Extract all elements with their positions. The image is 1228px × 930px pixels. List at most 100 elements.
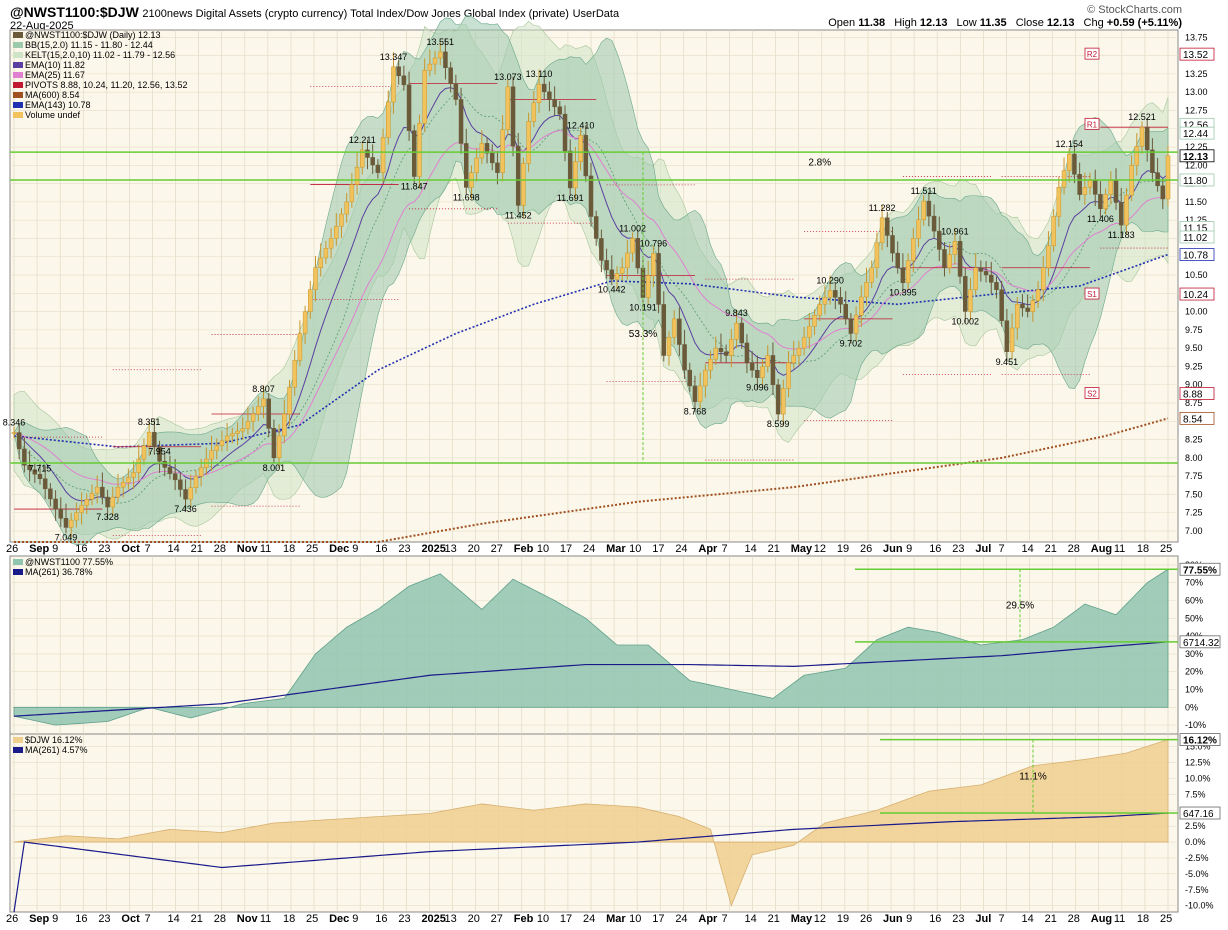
x-tick-label: Feb [513,543,534,555]
candle-body [94,486,100,494]
legend-text: EMA(25) 11.67 [25,70,85,80]
candle-body [723,351,729,356]
candle-body [422,69,427,124]
candle-body [671,318,677,338]
y-tick-main: 7.75 [1185,471,1203,481]
legend-main: @NWST1100:$DJW (Daily) 12.13 BB(15,2.0) 1… [13,30,187,120]
candle-body [916,219,921,239]
price-label: 8.807 [252,384,275,394]
candle-body [136,458,142,473]
legend-entry: MA(600) 8.54 [13,90,187,100]
right-value-label: 10.78 [1183,251,1208,262]
right-value-label: 6714.32 [1183,638,1220,649]
y-tick-main: 9.50 [1185,343,1203,353]
legend-swatch [13,92,23,98]
candle-body [765,355,770,367]
candle-body [500,129,505,173]
candle-body [198,467,204,477]
x-tick-label: 28 [213,913,226,925]
x-tick-label: 25 [1160,543,1173,555]
candle-body [396,66,401,77]
candle-body [463,143,469,188]
candle-body [1108,179,1114,195]
candle-body [791,355,796,364]
chart-canvas[interactable]: 7.007.257.507.758.008.258.508.759.009.25… [0,0,1228,930]
candle-body [536,83,542,104]
x-tick-label: 26 [859,913,873,925]
candle-body [74,512,79,521]
legend-entry: @NWST1100 77.55% [13,557,113,567]
legend-entry: EMA(25) 11.67 [13,70,187,80]
x-tick-label: 9 [352,913,359,925]
x-tick-label: 16 [75,913,88,925]
candle-body [973,267,978,290]
legend-entry: EMA(143) 10.78 [13,100,187,110]
candle-body [37,473,43,479]
candle-body [703,369,708,387]
candle-body [1015,304,1020,329]
candle-body [557,106,563,115]
candle-body [687,369,693,387]
candle-body [921,200,926,221]
candle-body [578,135,583,162]
candle-body [1025,307,1030,312]
candle-body [406,84,412,131]
right-value-label: 8.88 [1183,390,1203,401]
x-tick-label: 11 [1113,543,1126,555]
x-tick-label: 7 [998,543,1005,555]
y-tick-djw: -5.0% [1185,869,1209,879]
pivot-tag-label: S2 [1087,390,1097,399]
price-label: 10.442 [598,284,626,294]
x-tick-label: 10 [536,913,550,925]
x-tick-label: 13 [444,543,457,555]
x-tick-label: 24 [675,913,688,925]
candle-body [1009,327,1015,353]
candle-body [770,355,776,386]
x-tick-label: 16 [375,913,388,925]
x-tick-label: 23 [98,543,111,555]
candle-body [349,184,355,203]
legend-swatch [13,102,23,108]
x-tick-label: 14 [167,913,180,925]
x-tick-label: Oct [121,543,140,555]
x-tick-label: 13 [444,913,457,925]
candle-body [651,253,656,276]
price-label: 8.001 [263,463,286,473]
x-tick-label: 24 [583,913,596,925]
candle-body [79,505,84,514]
candle-body [131,472,136,478]
legend-text: Volume undef [25,110,81,120]
candle-body [822,297,828,305]
x-tick-label: 21 [1044,543,1057,555]
x-tick-label: 7 [144,543,151,555]
price-label: 11.406 [1087,214,1114,224]
candle-body [115,486,121,498]
candle-body [656,253,661,305]
candle-body [1113,179,1119,203]
candle-body [146,431,152,446]
candle-body [547,91,552,100]
candle-body [370,157,375,166]
candle-body [261,398,266,407]
x-tick-label: Aug [1090,913,1113,925]
candle-body [843,304,848,320]
legend-relative: @NWST1100 77.55% MA(261) 36.78% [13,557,113,577]
x-tick-label: Apr [698,913,718,925]
candle-body [619,267,625,274]
legend-entry: $DJW 16.12% [13,735,88,745]
x-tick-label: 28 [1067,913,1080,925]
candle-body [1056,187,1062,217]
candle-body [1046,245,1051,268]
y-tick-djw: 2.5% [1185,821,1206,831]
x-tick-label: 21 [190,543,203,555]
candle-body [588,175,594,217]
candle-body [214,445,219,451]
candle-body [957,241,963,277]
y-tick-djw: 12.5% [1185,758,1211,768]
candle-body [401,75,407,86]
candle-body [895,252,900,269]
candle-body [781,388,786,415]
candle-body [1098,194,1103,210]
price-label: 10.290 [816,275,844,285]
y-tick-main: 10.00 [1185,307,1208,317]
